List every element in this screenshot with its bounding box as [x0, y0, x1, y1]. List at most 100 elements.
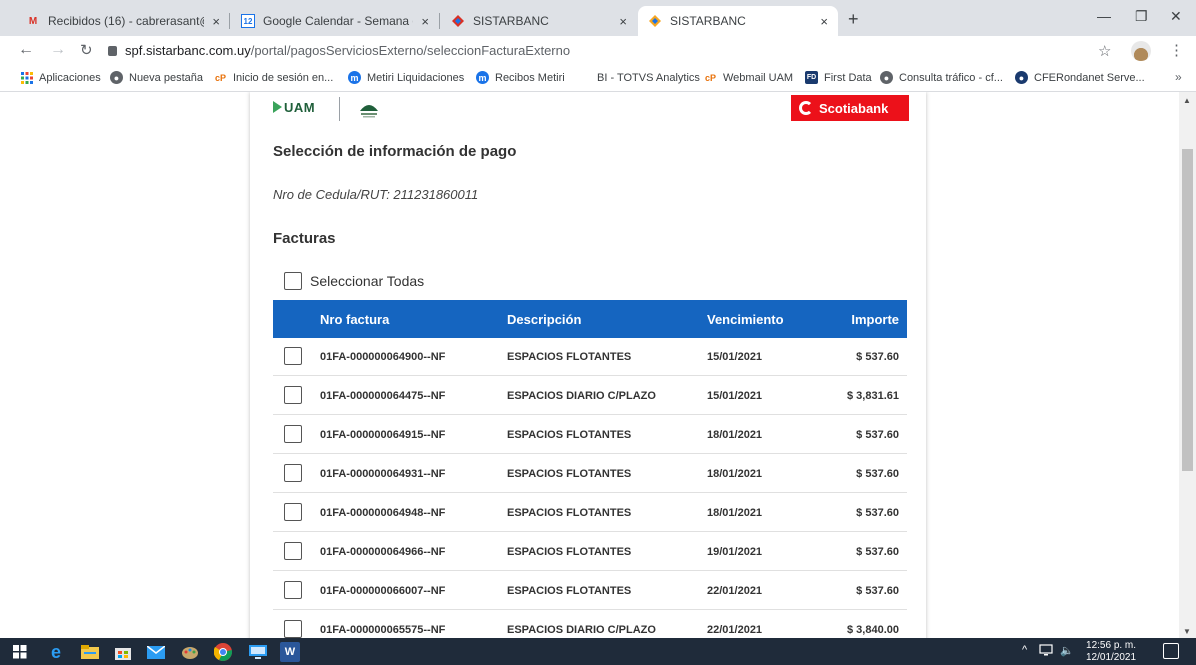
restore-icon[interactable]: ❐	[1135, 8, 1148, 25]
bookmark-recibos-metiri[interactable]: m Recibos Metiri	[476, 71, 565, 84]
cell-nro: 01FA-000000064948--NF	[320, 507, 446, 519]
file-explorer-icon[interactable]	[80, 642, 100, 662]
table-row[interactable]: 01FA-000000064475--NF ESPACIOS DIARIO C/…	[273, 377, 907, 415]
menu-kebab-icon[interactable]: ⋮	[1169, 41, 1184, 59]
calendar-icon: 12	[241, 14, 255, 28]
tab-close-icon[interactable]: ×	[212, 14, 220, 29]
bookmark-inicio-sesion[interactable]: cP Inicio de sesión en...	[214, 71, 333, 84]
fd-icon: FD	[805, 71, 818, 84]
bookmark-label: Webmail UAM	[723, 71, 794, 84]
scroll-down-icon[interactable]: ▼	[1183, 627, 1191, 636]
cell-venc: 22/01/2021	[707, 585, 763, 597]
system-clock[interactable]: 12:56 p. m. 12/01/2021	[1086, 640, 1136, 664]
remote-desktop-icon[interactable]	[248, 642, 268, 662]
row-checkbox[interactable]	[284, 542, 302, 560]
row-checkbox[interactable]	[284, 620, 302, 638]
globe-icon: ●	[110, 71, 123, 84]
table-row[interactable]: 01FA-000000065575--NF ESPACIOS DIARIO C/…	[273, 611, 907, 638]
bookmark-star-icon[interactable]: ☆	[1098, 42, 1111, 60]
clock-date: 12/01/2021	[1086, 652, 1137, 663]
table-row[interactable]: 01FA-000000064948--NF ESPACIOS FLOTANTES…	[273, 494, 907, 532]
avatar[interactable]	[1131, 41, 1151, 61]
row-checkbox[interactable]	[284, 581, 302, 599]
cell-imp: $ 537.60	[856, 429, 899, 441]
page-viewport: UAM Scotiabank Selección de información …	[0, 92, 1196, 638]
back-icon[interactable]: ←	[18, 41, 34, 59]
table-row[interactable]: 01FA-000000066007--NF ESPACIOS FLOTANTES…	[273, 572, 907, 610]
page-scrollbar[interactable]: ▲ ▼	[1179, 92, 1196, 638]
select-all[interactable]: Seleccionar Todas	[284, 272, 424, 290]
tab-sistarbanc-2-active[interactable]: SISTARBANC ×	[638, 6, 838, 36]
tray-chevron-icon[interactable]: ^	[1022, 644, 1027, 656]
edge-icon[interactable]: e	[46, 642, 66, 662]
bookmark-aplicaciones[interactable]: Aplicaciones	[20, 71, 101, 84]
col-header-desc: Descripción	[507, 312, 582, 327]
bookmark-label: First Data	[824, 71, 872, 84]
new-tab-button[interactable]: +	[848, 9, 859, 30]
network-icon[interactable]	[1039, 644, 1053, 659]
facturas-heading: Facturas	[273, 230, 336, 247]
table-row[interactable]: 01FA-000000064915--NF ESPACIOS FLOTANTES…	[273, 416, 907, 454]
invoice-table-header: Nro factura Descripción Vencimiento Impo…	[273, 300, 907, 338]
bookmark-label: Nueva pestaña	[129, 71, 203, 84]
tab-close-icon[interactable]: ×	[820, 14, 828, 29]
minimize-icon[interactable]: —	[1097, 8, 1111, 24]
bookmark-bi-totvs[interactable]: BI - TOTVS Analytics	[578, 71, 700, 84]
col-header-nro: Nro factura	[320, 312, 390, 327]
cell-imp: $ 537.60	[856, 351, 899, 363]
row-checkbox[interactable]	[284, 386, 302, 404]
paint-icon[interactable]	[180, 642, 200, 662]
clock-time: 12:56 p. m.	[1086, 640, 1137, 651]
close-window-icon[interactable]: ✕	[1170, 8, 1182, 25]
bookmark-label: Inicio de sesión en...	[233, 71, 334, 84]
mail-icon[interactable]	[146, 642, 166, 662]
select-all-checkbox[interactable]	[284, 272, 302, 290]
tab-google-calendar[interactable]: 12 Google Calendar - Semana del 1 ×	[231, 6, 439, 36]
tab-close-icon[interactable]: ×	[421, 14, 429, 29]
reload-icon[interactable]: ↻	[80, 41, 93, 59]
action-center-icon[interactable]	[1163, 643, 1179, 659]
cell-nro: 01FA-000000064966--NF	[320, 546, 446, 558]
table-row[interactable]: 01FA-000000064966--NF ESPACIOS FLOTANTES…	[273, 533, 907, 571]
cell-imp: $ 537.60	[856, 468, 899, 480]
bookmark-consulta-trafico[interactable]: ● Consulta tráfico - cf...	[880, 71, 1003, 84]
tab-sistarbanc-1[interactable]: SISTARBANC ×	[441, 6, 637, 36]
forward-icon[interactable]: →	[50, 41, 66, 59]
scroll-up-icon[interactable]: ▲	[1183, 96, 1191, 105]
tab-title: Recibidos (16) - cabrerasant@gm	[48, 14, 204, 28]
row-checkbox[interactable]	[284, 464, 302, 482]
store-icon[interactable]	[113, 642, 133, 662]
tab-gmail[interactable]: M Recibidos (16) - cabrerasant@gm ×	[16, 6, 230, 36]
chrome-icon[interactable]	[213, 642, 233, 662]
tab-title: SISTARBANC	[670, 14, 746, 28]
table-row[interactable]: 01FA-000000064900--NF ESPACIOS FLOTANTES…	[273, 338, 907, 376]
row-checkbox[interactable]	[284, 347, 302, 365]
windows-start-icon[interactable]	[10, 642, 30, 662]
volume-icon[interactable]: 🔈	[1060, 644, 1074, 657]
row-checkbox[interactable]	[284, 425, 302, 443]
bookmark-webmail-uam[interactable]: cP Webmail UAM	[704, 71, 793, 84]
uam-logo: UAM	[273, 100, 315, 115]
tab-close-icon[interactable]: ×	[619, 14, 627, 29]
table-row[interactable]: 01FA-000000064931--NF ESPACIOS FLOTANTES…	[273, 455, 907, 493]
tab-title: Google Calendar - Semana del 1	[263, 14, 413, 28]
bookmark-first-data[interactable]: FD First Data	[805, 71, 872, 84]
cell-desc: ESPACIOS FLOTANTES	[507, 546, 632, 558]
tab-title: SISTARBANC	[473, 14, 549, 28]
cell-desc: ESPACIOS FLOTANTES	[507, 507, 632, 519]
scroll-thumb[interactable]	[1182, 149, 1193, 471]
bookmark-nueva-pestana[interactable]: ● Nueva pestaña	[110, 71, 203, 84]
url-bar[interactable]: spf.sistarbanc.com.uy/portal/pagosServic…	[108, 40, 1158, 62]
cp-icon: cP	[214, 72, 226, 83]
row-checkbox[interactable]	[284, 503, 302, 521]
cfe-icon: ●	[1015, 71, 1028, 84]
bookmark-metiri-liquidaciones[interactable]: m Metiri Liquidaciones	[348, 71, 464, 84]
metiri-icon: m	[476, 71, 489, 84]
scotiabank-logo-text: Scotiabank	[819, 100, 889, 116]
bookmark-cferondanet[interactable]: ● CFERondanet Serve...	[1015, 71, 1145, 84]
cell-imp: $ 537.60	[856, 585, 899, 597]
bookmarks-overflow-icon[interactable]: »	[1175, 70, 1182, 84]
page-title: Selección de información de pago	[273, 143, 517, 160]
scotiabank-logo: Scotiabank	[791, 95, 909, 121]
word-icon[interactable]: W	[280, 642, 300, 662]
